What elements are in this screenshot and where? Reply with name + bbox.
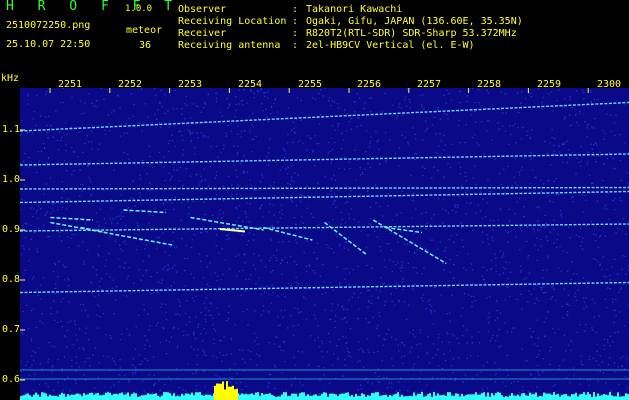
file-name: 2510072250.png [6, 20, 91, 31]
info-key-observer: Observer [178, 4, 227, 15]
app-version: 1.0.0 [125, 4, 153, 14]
info-value-observer: Takanori Kawachi [306, 4, 403, 15]
frequency-label: 0.8 [2, 274, 21, 285]
spectrogram-plot [20, 88, 629, 400]
app-title: H R O F F T [6, 0, 181, 14]
frequency-label: 0.6 [2, 374, 21, 385]
spectrogram-background [20, 88, 629, 400]
info-value-location: Ogaki, Gifu, JAPAN (136.60E, 35.35N) [306, 16, 523, 27]
frequency-label: 1.0 [2, 174, 21, 185]
info-key-antenna: Receiving antenna [178, 40, 281, 51]
info-key-location: Receiving Location [178, 16, 287, 27]
frequency-label: 0.9 [2, 224, 21, 235]
mode-label: meteor [126, 25, 163, 36]
meteor-count: 36 [139, 40, 152, 51]
info-value-receiver: R820T2(RTL-SDR) SDR-Sharp 53.372MHz [306, 28, 517, 39]
spectrogram-canvas [20, 88, 629, 400]
info-sep: : [292, 16, 299, 27]
info-sep: : [292, 28, 299, 39]
info-key-receiver: Receiver [178, 28, 227, 39]
spectrogram-screen: H R O F F T 1.0.0 2510072250.png meteor … [0, 0, 629, 400]
frequency-label: 0.7 [2, 324, 21, 335]
timestamp: 25.10.07 22:50 [6, 39, 91, 50]
frequency-unit-label: kHz [1, 73, 20, 84]
frequency-label: 1.1 [2, 124, 21, 135]
info-value-antenna: 2el-HB9CV Vertical (el. E-W) [306, 40, 475, 51]
info-sep: : [292, 4, 299, 15]
info-sep: : [292, 40, 299, 51]
